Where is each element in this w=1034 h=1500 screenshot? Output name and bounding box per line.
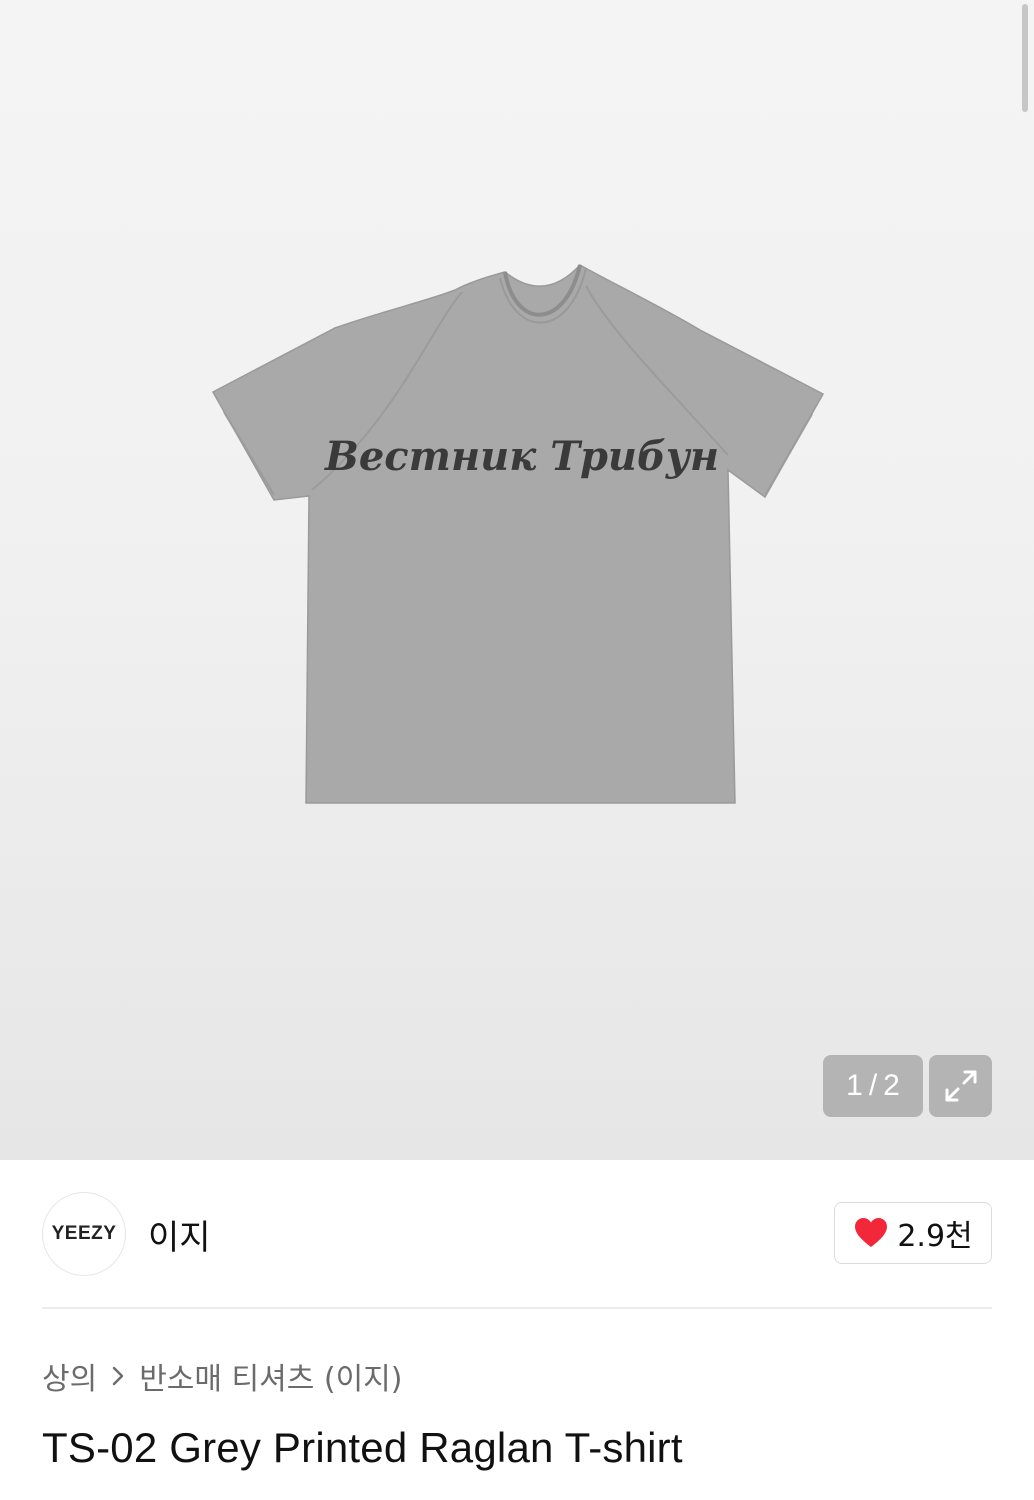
like-count: 2.9천 — [897, 1219, 973, 1254]
heart-icon — [855, 1218, 888, 1247]
breadcrumb: 상의 반소매 티셔츠 (이지) — [42, 1354, 402, 1398]
fullscreen-button[interactable] — [929, 1055, 992, 1117]
chevron-right-icon — [111, 1365, 125, 1387]
like-button[interactable]: 2.9천 — [834, 1202, 992, 1264]
expand-arrows-icon — [945, 1070, 976, 1102]
brand-name-link[interactable]: 이지 — [148, 1210, 211, 1259]
breadcrumb-item-subcategory[interactable]: 반소매 티셔츠 (이지) — [139, 1354, 402, 1398]
product-image[interactable]: Вестник Трибун — [0, 0, 1034, 1160]
current-page: 1 — [846, 1069, 863, 1102]
scrollbar-thumb[interactable] — [1022, 4, 1028, 112]
brand-logo-text: YEEZY — [51, 1223, 117, 1244]
shirt-print-text: Вестник Трибун — [324, 433, 719, 480]
brand-row: YEEZY 이지 2.9천 — [42, 1192, 992, 1276]
page-separator: / — [868, 1069, 878, 1102]
total-pages: 2 — [883, 1069, 900, 1102]
section-divider — [42, 1307, 992, 1309]
breadcrumb-item-category[interactable]: 상의 — [42, 1354, 97, 1398]
brand-logo[interactable]: YEEZY — [42, 1192, 126, 1276]
product-image-gallery[interactable]: Вестник Трибун 1 / 2 — [0, 0, 1034, 1160]
product-title: TS-02 Grey Printed Raglan T-shirt — [42, 1424, 683, 1471]
image-page-counter: 1 / 2 — [823, 1055, 923, 1117]
tshirt-illustration — [211, 264, 825, 804]
